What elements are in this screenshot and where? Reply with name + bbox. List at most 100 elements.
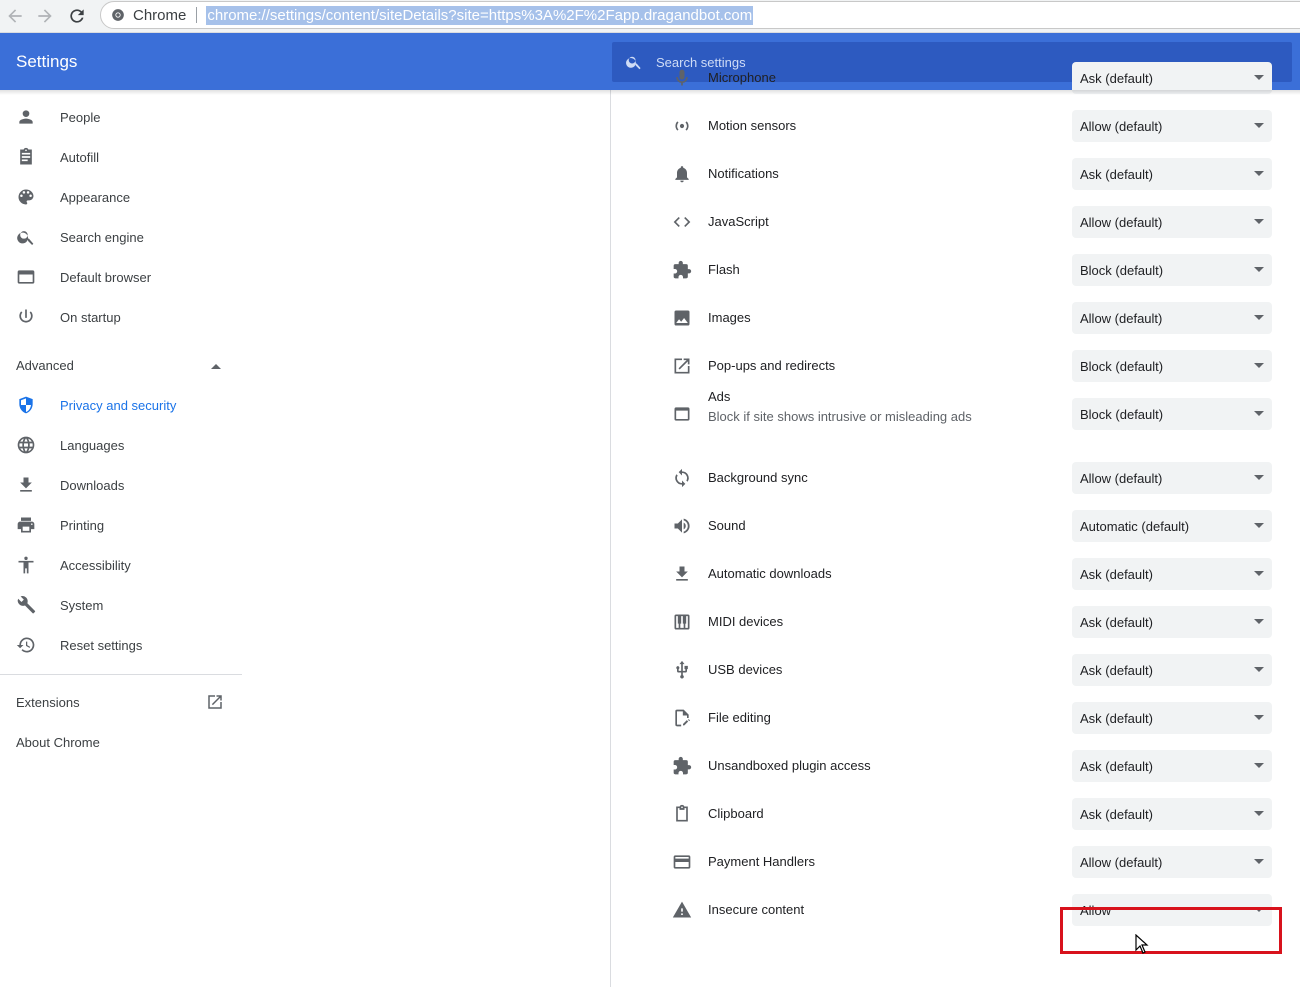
- sidebar-item-label: Privacy and security: [60, 397, 177, 413]
- permission-select-value: Ask (default): [1080, 566, 1153, 582]
- chrome-logo-icon: [112, 9, 124, 21]
- permission-select-ads[interactable]: Block (default): [1072, 398, 1272, 430]
- sidebar-item-appearance[interactable]: Appearance: [0, 177, 242, 217]
- dropdown-arrow-icon: [1254, 859, 1264, 864]
- permission-select-images[interactable]: Allow (default): [1072, 302, 1272, 334]
- sidebar-item-label: Search engine: [60, 229, 144, 245]
- sidebar-item-default-browser[interactable]: Default browser: [0, 257, 242, 297]
- forward-arrow-icon[interactable]: [34, 5, 56, 27]
- ads-window-icon: [671, 403, 693, 425]
- back-arrow-icon[interactable]: [4, 5, 26, 27]
- permission-select-value: Allow (default): [1080, 214, 1163, 230]
- sidebar-item-printing[interactable]: Printing: [0, 505, 242, 545]
- permission-select-sound[interactable]: Automatic (default): [1072, 510, 1272, 542]
- permission-select-payment-handlers[interactable]: Allow (default): [1072, 846, 1272, 878]
- sidebar-item-label: Printing: [60, 517, 105, 533]
- permission-name: Images: [708, 310, 751, 325]
- extensions-link[interactable]: Extensions: [16, 695, 80, 710]
- sidebar-item-people[interactable]: People: [0, 97, 242, 137]
- advanced-section-toggle[interactable]: Advanced: [16, 358, 74, 373]
- sidebar-item-label: Appearance: [60, 189, 131, 205]
- permission-select-motion-sensors[interactable]: Allow (default): [1072, 110, 1272, 142]
- microphone-icon: [671, 67, 693, 89]
- shield-icon: [16, 395, 36, 415]
- permission-row-unsandboxed-plugin-access: Unsandboxed plugin access Ask (default): [611, 742, 1300, 790]
- reload-icon[interactable]: [66, 5, 88, 27]
- open-in-new-icon: [671, 355, 693, 377]
- volume-icon: [671, 515, 693, 537]
- permission-name: File editing: [708, 710, 771, 725]
- permission-name: Unsandboxed plugin access: [708, 758, 871, 773]
- permission-select-automatic-downloads[interactable]: Ask (default): [1072, 558, 1272, 590]
- dropdown-arrow-icon: [1254, 763, 1264, 768]
- mouse-cursor-icon: [1135, 934, 1149, 954]
- about-chrome-link[interactable]: About Chrome: [16, 735, 100, 750]
- permission-select-value: Block (default): [1080, 358, 1164, 374]
- url-text[interactable]: chrome://settings/content/siteDetails?si…: [206, 5, 754, 25]
- download-icon: [671, 563, 693, 585]
- permission-name: Background sync: [708, 470, 808, 485]
- dropdown-arrow-icon: [1254, 123, 1264, 128]
- sidebar-item-accessibility[interactable]: Accessibility: [0, 545, 242, 585]
- accessibility-icon: [16, 555, 36, 575]
- permission-select-value: Allow (default): [1080, 118, 1163, 134]
- permission-select-value: Block (default): [1080, 262, 1164, 278]
- sidebar-item-reset-settings[interactable]: Reset settings: [0, 625, 242, 665]
- piano-icon: [671, 611, 693, 633]
- clipboard-icon: [16, 147, 36, 167]
- open-in-new-icon[interactable]: [206, 693, 224, 711]
- dropdown-arrow-icon: [1254, 523, 1264, 528]
- site-chip-label: Chrome: [133, 6, 187, 24]
- permission-name: JavaScript: [708, 214, 769, 229]
- permission-select-file-editing[interactable]: Ask (default): [1072, 702, 1272, 734]
- permission-select-flash[interactable]: Block (default): [1072, 254, 1272, 286]
- permission-select-value: Ask (default): [1080, 166, 1153, 182]
- permission-select-value: Allow (default): [1080, 854, 1163, 870]
- permission-name: Pop-ups and redirects: [708, 358, 836, 373]
- site-info-chip[interactable]: Chrome: [111, 7, 186, 24]
- bell-icon: [671, 163, 693, 185]
- permission-select-pop-ups-and-redirects[interactable]: Block (default): [1072, 350, 1272, 382]
- permission-row-automatic-downloads: Automatic downloads Ask (default): [611, 550, 1300, 598]
- sidebar-item-languages[interactable]: Languages: [0, 425, 242, 465]
- permission-row-insecure-content: Insecure content Allow: [611, 886, 1300, 934]
- address-bar[interactable]: Chrome chrome://settings/content/siteDet…: [100, 1, 1300, 29]
- image-icon: [671, 307, 693, 329]
- sidebar-item-autofill[interactable]: Autofill: [0, 137, 242, 177]
- permission-select-javascript[interactable]: Allow (default): [1072, 206, 1272, 238]
- permission-name: USB devices: [708, 662, 783, 677]
- file-edit-icon: [671, 707, 693, 729]
- permission-name: Motion sensors: [708, 118, 797, 133]
- permission-select-background-sync[interactable]: Allow (default): [1072, 462, 1272, 494]
- browser-window-icon: [16, 267, 36, 287]
- permission-select-midi-devices[interactable]: Ask (default): [1072, 606, 1272, 638]
- permission-select-clipboard[interactable]: Ask (default): [1072, 798, 1272, 830]
- caret-up-icon[interactable]: [210, 362, 222, 370]
- wrench-icon: [16, 595, 36, 615]
- dropdown-arrow-icon: [1254, 811, 1264, 816]
- sidebar-item-label: Autofill: [60, 149, 100, 165]
- globe-icon: [16, 435, 36, 455]
- permission-row-javascript: JavaScript Allow (default): [611, 198, 1300, 246]
- permission-select-insecure-content[interactable]: Allow: [1072, 894, 1272, 926]
- permission-name: Payment Handlers: [708, 854, 815, 869]
- usb-icon: [671, 659, 693, 681]
- permission-select-unsandboxed-plugin-access[interactable]: Ask (default): [1072, 750, 1272, 782]
- permission-row-flash: Flash Block (default): [611, 246, 1300, 294]
- power-icon: [16, 307, 36, 327]
- permission-select-value: Allow (default): [1080, 310, 1163, 326]
- dropdown-arrow-icon: [1254, 571, 1264, 576]
- permission-select-notifications[interactable]: Ask (default): [1072, 158, 1272, 190]
- permission-row-images: Images Allow (default): [611, 294, 1300, 342]
- dropdown-arrow-icon: [1254, 619, 1264, 624]
- sidebar-item-label: Languages: [60, 437, 125, 453]
- sidebar-item-downloads[interactable]: Downloads: [0, 465, 242, 505]
- sidebar-item-on-startup[interactable]: On startup: [0, 297, 242, 337]
- sidebar-item-privacy-and-security[interactable]: Privacy and security: [0, 385, 242, 425]
- permission-select-usb-devices[interactable]: Ask (default): [1072, 654, 1272, 686]
- sidebar-item-system[interactable]: System: [0, 585, 242, 625]
- sidebar-item-label: On startup: [60, 309, 121, 325]
- sidebar-item-search-engine[interactable]: Search engine: [0, 217, 242, 257]
- permission-row-file-editing: File editing Ask (default): [611, 694, 1300, 742]
- permission-name: Insecure content: [708, 902, 805, 917]
